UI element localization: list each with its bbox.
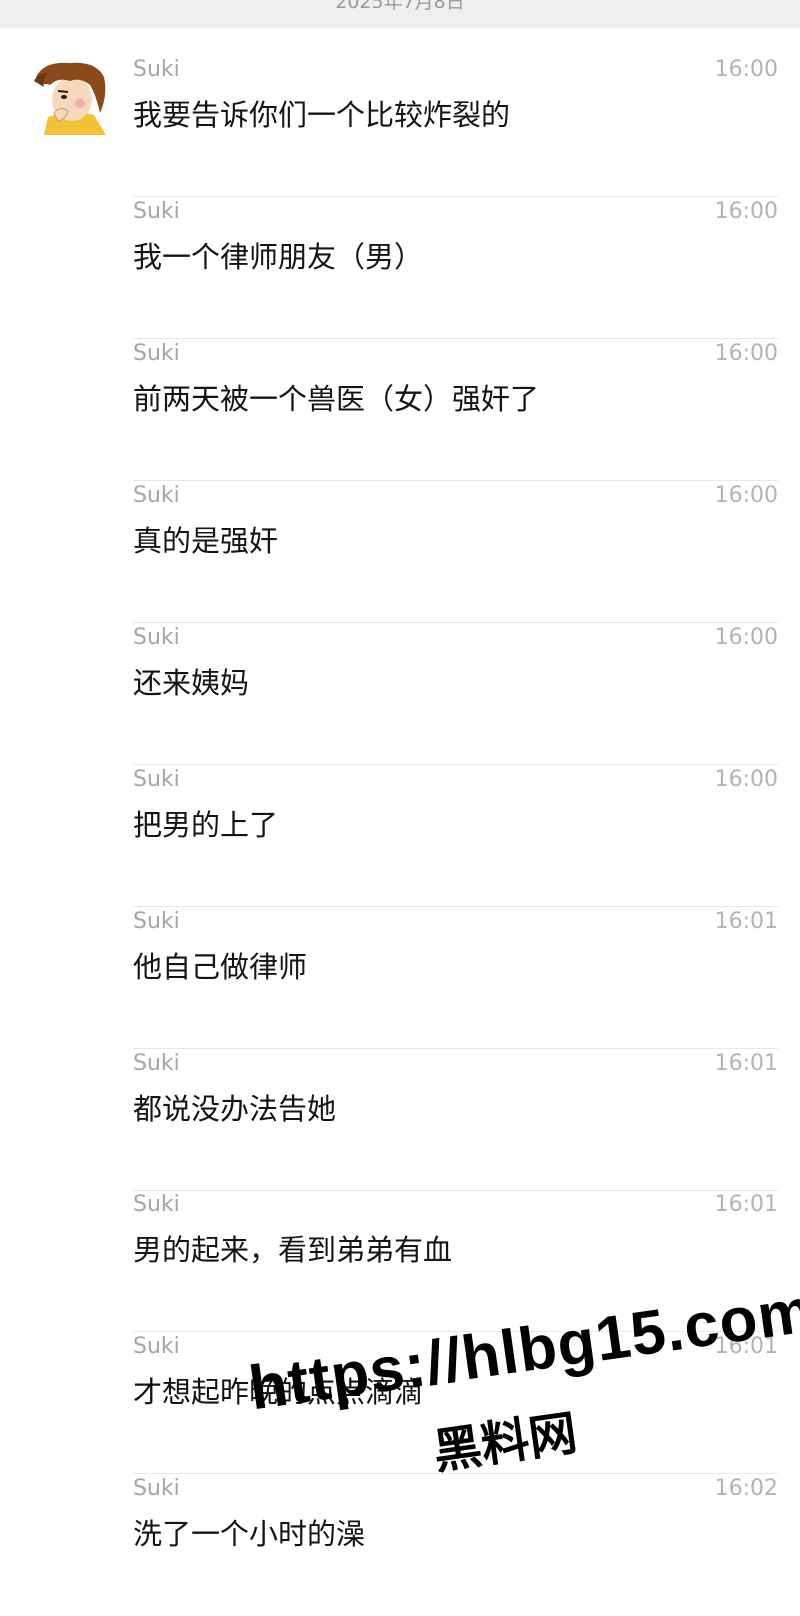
message-time: 16:01 <box>714 909 778 934</box>
sender-name: Suki <box>133 1476 180 1501</box>
message-item[interactable]: Suki 16:00 我要告诉你们一个比较炸裂的 <box>133 55 778 197</box>
message-time: 16:01 <box>714 1334 778 1359</box>
date-separator: 2025年7月8日 <box>0 0 800 28</box>
message-time: 16:02 <box>714 1476 778 1501</box>
message-item[interactable]: Suki 16:00 前两天被一个兽医（女）强奸了 <box>133 339 778 481</box>
sender-name: Suki <box>133 1334 180 1359</box>
sender-name: Suki <box>133 1192 180 1217</box>
message-item[interactable]: Suki 16:01 才想起昨晚的点点滴滴 <box>133 1332 778 1474</box>
cartoon-avatar-icon <box>30 55 110 135</box>
message-text: 都说没办法告她 <box>133 1092 337 1126</box>
message-time: 16:00 <box>714 483 778 508</box>
sender-name: Suki <box>133 767 180 792</box>
message-time: 16:00 <box>714 341 778 366</box>
sender-name: Suki <box>133 1051 180 1076</box>
message-text: 真的是强奸 <box>133 524 279 558</box>
message-text: 男的起来，看到弟弟有血 <box>133 1233 453 1267</box>
message-text: 前两天被一个兽医（女）强奸了 <box>133 382 540 416</box>
message-text: 我要告诉你们一个比较炸裂的 <box>133 98 511 132</box>
date-label: 2025年7月8日 <box>335 0 465 13</box>
message-item[interactable]: Suki 16:00 真的是强奸 <box>133 481 778 623</box>
avatar[interactable] <box>30 55 110 135</box>
message-item[interactable]: Suki 16:01 都说没办法告她 <box>133 1049 778 1191</box>
sender-name: Suki <box>133 57 180 82</box>
message-time: 16:00 <box>714 625 778 650</box>
sender-name: Suki <box>133 199 180 224</box>
message-text: 还来姨妈 <box>133 666 250 700</box>
message-item[interactable]: Suki 16:00 我一个律师朋友（男） <box>133 197 778 339</box>
message-item[interactable]: Suki 16:01 男的起来，看到弟弟有血 <box>133 1190 778 1332</box>
sender-name: Suki <box>133 341 180 366</box>
sender-name: Suki <box>133 483 180 508</box>
sender-name: Suki <box>133 625 180 650</box>
message-item[interactable]: Suki 16:00 还来姨妈 <box>133 623 778 765</box>
message-item[interactable]: Suki 16:02 洗了一个小时的澡 <box>133 1474 778 1616</box>
message-time: 16:01 <box>714 1192 778 1217</box>
sender-name: Suki <box>133 909 180 934</box>
message-time: 16:00 <box>714 199 778 224</box>
message-text: 洗了一个小时的澡 <box>133 1517 366 1551</box>
message-item[interactable]: Suki 16:00 把男的上了 <box>133 765 778 907</box>
message-text: 他自己做律师 <box>133 950 308 984</box>
message-text: 才想起昨晚的点点滴滴 <box>133 1375 424 1409</box>
message-time: 16:00 <box>714 57 778 82</box>
message-text: 我一个律师朋友（男） <box>133 240 424 274</box>
message-time: 16:01 <box>714 1051 778 1076</box>
message-item[interactable]: Suki 16:01 他自己做律师 <box>133 907 778 1049</box>
message-text: 把男的上了 <box>133 808 279 842</box>
message-time: 16:00 <box>714 767 778 792</box>
